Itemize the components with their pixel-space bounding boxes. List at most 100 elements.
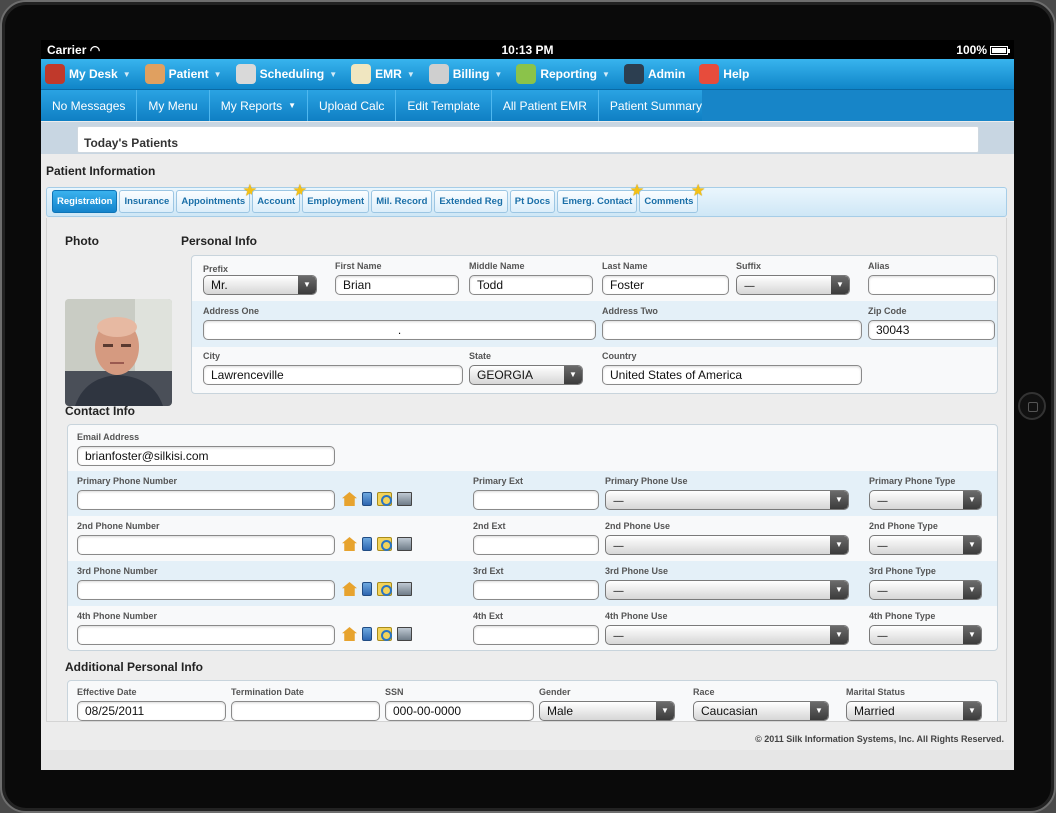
fax-icon[interactable]: [377, 492, 392, 506]
submenu-my-reports[interactable]: My Reports ▼: [210, 90, 309, 121]
middle-name-input[interactable]: Todd: [469, 275, 593, 295]
state-select[interactable]: GEORGIA ▼: [469, 365, 583, 385]
phone-type-label: Primary Phone Type: [869, 476, 956, 486]
calendar-icon: [235, 64, 256, 84]
address-two-input[interactable]: [602, 320, 862, 340]
ssn-label: SSN: [385, 687, 404, 697]
fax-icon[interactable]: [377, 537, 392, 551]
phone-type-select[interactable]: ----- ▼: [869, 535, 982, 555]
home-phone-icon[interactable]: [342, 582, 357, 596]
zip-code-input[interactable]: 30043: [868, 320, 995, 340]
ssn-input[interactable]: 000-00-0000: [385, 701, 534, 721]
prefix-select[interactable]: Mr. ▼: [203, 275, 317, 295]
home-button[interactable]: [1018, 392, 1046, 420]
work-phone-icon[interactable]: [397, 582, 412, 596]
phone-number-input[interactable]: [77, 580, 335, 600]
tab-appointments[interactable]: Appointments ★: [176, 182, 256, 213]
chevron-down-icon: ▼: [810, 702, 828, 720]
phone-number-input[interactable]: [77, 490, 335, 510]
menu-label: Admin: [647, 67, 686, 81]
city-input[interactable]: Lawrenceville: [203, 365, 463, 385]
phone-ext-label: Primary Ext: [473, 476, 524, 486]
fax-icon[interactable]: [377, 627, 392, 641]
menu-scheduling[interactable]: Scheduling ▼: [235, 64, 337, 84]
photo-title: Photo: [65, 234, 99, 248]
tab-registration[interactable]: Registration: [52, 190, 118, 213]
menu-patient[interactable]: Patient ▼: [144, 64, 222, 84]
phone-use-select[interactable]: ----- ▼: [605, 580, 849, 600]
tab-extended-reg[interactable]: Extended Reg: [434, 190, 508, 213]
menu-billing[interactable]: Billing ▼: [428, 64, 502, 84]
menu-label: Reporting: [540, 67, 598, 81]
mobile-phone-icon[interactable]: [362, 492, 372, 506]
tab-label: Appointments: [181, 196, 246, 207]
phone-ext-input[interactable]: [473, 580, 599, 600]
mobile-phone-icon[interactable]: [362, 627, 372, 641]
phone-use-select[interactable]: ----- ▼: [605, 535, 849, 555]
phone-type-select[interactable]: ----- ▼: [869, 490, 982, 510]
phone-type-select[interactable]: ----- ▼: [869, 580, 982, 600]
address-one-input[interactable]: .: [203, 320, 596, 340]
termination-date-input[interactable]: [231, 701, 380, 721]
personal-info-panel: Prefix Mr. ▼ First Name Brian Middle Name…: [191, 255, 998, 394]
tab-emerg-contact[interactable]: Emerg. Contact ★: [557, 182, 643, 213]
phone-use-select[interactable]: ----- ▼: [605, 490, 849, 510]
country-input[interactable]: United States of America: [602, 365, 862, 385]
phone-use-label: 2nd Phone Use: [605, 521, 671, 531]
marital-status-select[interactable]: Married ▼: [846, 701, 982, 721]
mobile-phone-icon[interactable]: [362, 537, 372, 551]
home-phone-icon[interactable]: [342, 492, 357, 506]
home-phone-icon[interactable]: [342, 537, 357, 551]
clock: 10:13 PM: [501, 43, 554, 57]
submenu-patient-summary[interactable]: Patient Summary: [599, 90, 714, 121]
tab-comments[interactable]: Comments ★: [639, 182, 704, 213]
prefix-label: Prefix: [203, 264, 229, 274]
phone-ext-input[interactable]: [473, 490, 599, 510]
todays-patients-panel[interactable]: Today's Patients: [77, 126, 979, 153]
menu-help[interactable]: Help: [699, 64, 749, 84]
tab-account[interactable]: Account ★: [252, 182, 306, 213]
patient-photo[interactable]: [65, 299, 172, 406]
phone-use-select[interactable]: ----- ▼: [605, 625, 849, 645]
phone-number-input[interactable]: [77, 535, 335, 555]
gender-select[interactable]: Male ▼: [539, 701, 675, 721]
menu-reporting[interactable]: Reporting ▼: [516, 64, 610, 84]
first-name-label: First Name: [335, 261, 382, 271]
home-phone-icon[interactable]: [342, 627, 357, 641]
work-phone-icon[interactable]: [397, 627, 412, 641]
marital-status-label: Marital Status: [846, 687, 906, 697]
phone-type-select[interactable]: ----- ▼: [869, 625, 982, 645]
tab-label: Employment: [307, 196, 365, 207]
last-name-input[interactable]: Foster: [602, 275, 729, 295]
menu-my-desk[interactable]: My Desk ▼: [45, 64, 131, 84]
submenu-edit-template[interactable]: Edit Template: [396, 90, 492, 121]
race-select[interactable]: Caucasian ▼: [693, 701, 829, 721]
submenu-all-patient-emr[interactable]: All Patient EMR: [492, 90, 599, 121]
fax-icon[interactable]: [377, 582, 392, 596]
email-input[interactable]: brianfoster@silkisi.com: [77, 446, 335, 466]
mobile-phone-icon[interactable]: [362, 582, 372, 596]
personal-info-title: Personal Info: [181, 234, 258, 248]
suffix-select[interactable]: ----- ▼: [736, 275, 850, 295]
alias-input[interactable]: [868, 275, 995, 295]
submenu-no-messages[interactable]: No Messages: [41, 90, 138, 121]
chevron-down-icon: ▼: [963, 536, 981, 554]
menu-admin[interactable]: Admin: [623, 64, 686, 84]
phone-ext-input[interactable]: [473, 625, 599, 645]
patient-information-title: Patient Information: [46, 164, 156, 178]
phone-ext-input[interactable]: [473, 535, 599, 555]
tab-insurance[interactable]: Insurance: [119, 190, 175, 213]
phone-number-input[interactable]: [77, 625, 335, 645]
work-phone-icon[interactable]: [397, 492, 412, 506]
chevron-down-icon: ▼: [963, 581, 981, 599]
submenu-upload-calc[interactable]: Upload Calc: [308, 90, 397, 121]
patient-icon: [144, 64, 165, 84]
effective-date-input[interactable]: 08/25/2011: [77, 701, 226, 721]
submenu-my-menu[interactable]: My Menu: [137, 90, 210, 121]
menu-emr[interactable]: EMR ▼: [351, 64, 415, 84]
first-name-input[interactable]: Brian: [335, 275, 459, 295]
tab-employment[interactable]: Employment: [302, 190, 370, 213]
work-phone-icon[interactable]: [397, 537, 412, 551]
tab-mil-record[interactable]: Mil. Record: [371, 190, 433, 213]
tab-pt-docs[interactable]: Pt Docs: [509, 190, 556, 213]
